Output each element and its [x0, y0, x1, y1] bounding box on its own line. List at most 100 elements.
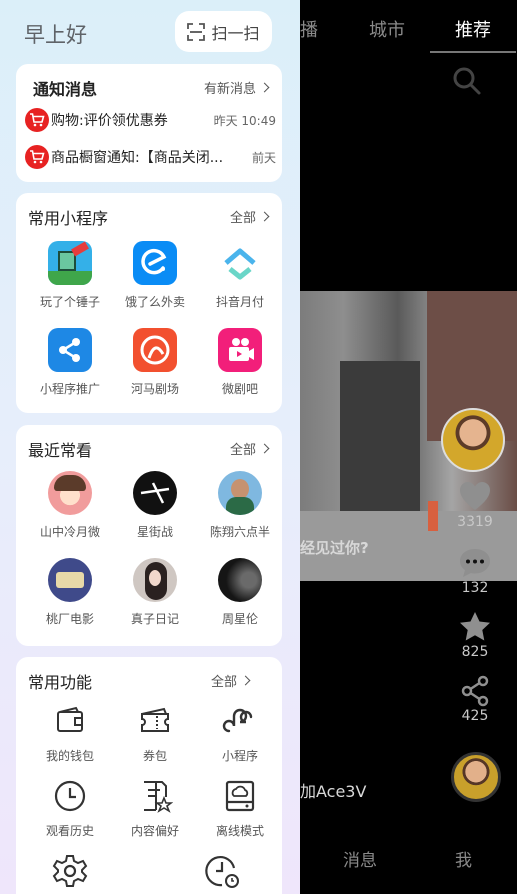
creator-name: 星街战: [136, 525, 173, 539]
share-promo-icon: [48, 328, 92, 372]
mini-program-item[interactable]: 小程序推广: [26, 328, 114, 397]
avatar: [218, 558, 262, 602]
music-disc[interactable]: [451, 752, 501, 802]
comment-icon: [460, 549, 490, 577]
shopping-cart-icon: [25, 108, 49, 132]
recent-creator-item[interactable]: 真子日记: [111, 558, 199, 627]
tab-live-partial[interactable]: 播: [300, 16, 318, 42]
chevron-right-icon: [259, 82, 270, 93]
function-item[interactable]: 观看历史: [26, 778, 114, 839]
notifications-more-link[interactable]: 有新消息: [203, 78, 270, 97]
share-icon: [461, 675, 489, 707]
settings-shortcut[interactable]: [48, 853, 92, 889]
like-count: 3319: [457, 514, 493, 530]
nav-me[interactable]: 我: [455, 846, 472, 871]
recent-more-label: 全部: [229, 443, 256, 458]
star-icon: [460, 612, 490, 641]
notifications-title: 通知消息: [33, 80, 98, 99]
notification-item[interactable]: 商品橱窗通知:【商品关闭... 前天: [25, 144, 276, 170]
function-item[interactable]: 内容偏好: [111, 778, 199, 839]
mini-program-item[interactable]: 抖音月付: [196, 241, 284, 310]
avatar: [133, 558, 177, 602]
side-drawer: 早上好 扫一扫 通知消息 有新消息 购物:评价领优惠券 昨天 10:49 商品橱…: [0, 0, 300, 894]
notification-item[interactable]: 购物:评价领优惠券 昨天 10:49: [25, 107, 276, 133]
avatar: [133, 471, 177, 515]
avatar: [218, 471, 262, 515]
chevron-right-icon: [259, 211, 270, 222]
douyin-pay-icon: [218, 241, 262, 285]
search-icon[interactable]: [452, 66, 482, 96]
preference-icon: [144, 781, 173, 813]
scan-icon: [187, 22, 206, 41]
scan-button[interactable]: 扫一扫: [175, 11, 272, 52]
author-nickname[interactable]: 加Ace3V: [300, 778, 366, 802]
mini-program-label: 抖音月付: [215, 295, 264, 309]
notification-time: 前天: [251, 150, 276, 165]
tab-city[interactable]: 城市: [369, 16, 405, 42]
favorite-button[interactable]: 825: [440, 610, 510, 660]
mini-program-item[interactable]: 河马剧场: [111, 328, 199, 397]
mini-program-item[interactable]: 玩了个锤子: [26, 241, 114, 310]
recent-more-link[interactable]: 全部: [229, 439, 270, 458]
video-camera-icon: [218, 328, 262, 372]
like-button[interactable]: 3319: [440, 480, 510, 530]
eleme-icon: [133, 241, 177, 285]
recent-creator-item[interactable]: 桃厂电影: [26, 558, 114, 627]
scan-label: 扫一扫: [211, 23, 260, 43]
recent-creator-item[interactable]: 陈翔六点半: [196, 471, 284, 540]
creator-name: 真子日记: [130, 612, 179, 626]
mini-program-label: 饿了么外卖: [124, 295, 185, 309]
recent-card: 最近常看 全部 山中冷月微 星街战 陈翔六点半 桃厂电影 真子日记 周星伦: [16, 425, 282, 646]
tab-underline: [430, 51, 516, 53]
author-avatar[interactable]: [441, 408, 505, 472]
notification-text: 购物:评价领优惠券: [51, 113, 168, 129]
avatar: [48, 471, 92, 515]
greeting: 早上好: [24, 23, 87, 47]
hippo-theater-icon: [133, 328, 177, 372]
chevron-right-icon: [259, 443, 270, 454]
mini-program-item[interactable]: 微剧吧: [196, 328, 284, 397]
mini-program-item[interactable]: 饿了么外卖: [111, 241, 199, 310]
function-item[interactable]: 小程序: [196, 703, 284, 764]
mini-programs-card: 常用小程序 全部 玩了个锤子 饿了么外卖 抖音月付 小程序推广 河马剧场 微剧吧: [16, 193, 282, 413]
tab-recommend[interactable]: 推荐: [455, 16, 491, 42]
functions-title: 常用功能: [28, 673, 93, 692]
history-clock-icon: [54, 780, 86, 812]
recent-creator-item[interactable]: 山中冷月微: [26, 471, 114, 540]
function-item[interactable]: 券包: [111, 703, 199, 764]
coupon-icon: [141, 707, 169, 732]
function-item[interactable]: 我的钱包: [26, 703, 114, 764]
creator-name: 山中冷月微: [39, 525, 100, 539]
notifications-more-label: 有新消息: [203, 82, 256, 97]
mini-programs-title: 常用小程序: [28, 209, 109, 228]
avatar: [48, 558, 92, 602]
functions-more-link[interactable]: 全部: [210, 671, 251, 690]
mini-program-icon: [222, 708, 253, 733]
function-label: 离线模式: [215, 824, 264, 838]
recent-creator-item[interactable]: 周星伦: [196, 558, 284, 627]
functions-card: 常用功能 全部 我的钱包 券包 小程序 观看历史 内容偏好 离线模式: [16, 657, 282, 894]
timer-shortcut[interactable]: [200, 853, 244, 889]
recent-creator-item[interactable]: 星街战: [111, 471, 199, 540]
creator-name: 陈翔六点半: [209, 525, 270, 539]
mini-program-label: 河马剧场: [130, 382, 179, 396]
mini-programs-more-label: 全部: [229, 211, 256, 226]
function-label: 我的钱包: [45, 749, 94, 763]
wallet-icon: [57, 706, 83, 732]
comment-button[interactable]: 132: [440, 546, 510, 596]
shopping-cart-icon: [25, 145, 49, 169]
functions-more-label: 全部: [210, 675, 237, 690]
share-button[interactable]: 425: [440, 674, 510, 724]
offline-drive-icon: [225, 780, 255, 812]
function-item[interactable]: 离线模式: [196, 778, 284, 839]
notification-text: 商品橱窗通知:【商品关闭...: [51, 150, 224, 166]
function-label: 券包: [142, 749, 167, 763]
heart-icon: [460, 482, 490, 510]
recent-title: 最近常看: [28, 441, 93, 460]
mini-programs-more-link[interactable]: 全部: [229, 207, 270, 226]
comment-count: 132: [461, 580, 489, 596]
function-label: 内容偏好: [130, 824, 179, 838]
timer-icon: [205, 856, 239, 888]
nav-messages[interactable]: 消息: [343, 846, 377, 871]
notification-time: 昨天 10:49: [213, 113, 276, 128]
